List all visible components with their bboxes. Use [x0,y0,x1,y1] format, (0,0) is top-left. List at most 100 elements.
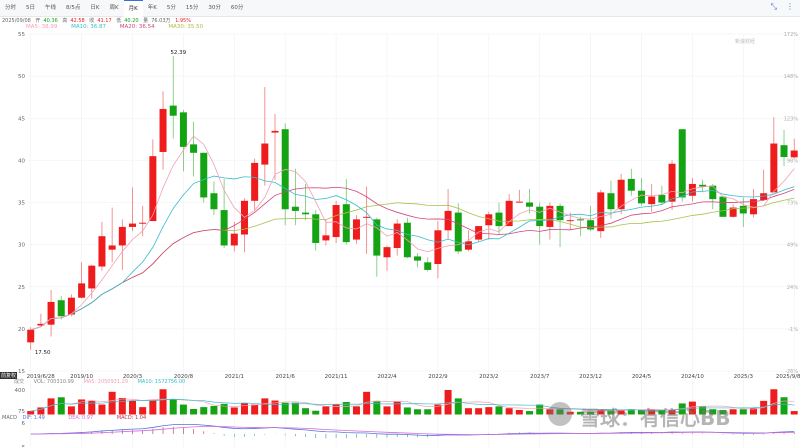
volume-legend: 成交 VOL: 700310.99 MA5: 2050931.29 MA10: … [14,378,193,385]
candle-body [118,226,126,246]
candle-body [352,219,360,240]
volume-bar [27,411,35,415]
volume-bar [454,398,462,415]
x-tick-label: 2023/7 [530,374,550,380]
candle-body [108,245,116,250]
y-tick-label: 25 [18,285,25,291]
volume-bar [403,407,411,415]
candle-body [271,130,279,133]
candle-body [149,156,157,222]
volume-bar [352,406,360,415]
y-tick-label: 30 [18,243,25,249]
volume-bar [475,408,483,415]
candle-body [627,178,635,191]
candle-body [739,205,747,214]
x-tick-label: 2024/10 [681,374,704,380]
sina-logo: 新浪财经 [735,39,756,45]
candle-body [526,202,534,207]
candle-body [709,185,717,200]
volume-bar [129,400,136,415]
volume-bar [118,397,126,415]
volume-bar [770,389,778,415]
volume-bar [210,405,218,415]
candle-body [464,241,472,250]
volume-ma10: MA10: 1572756.00 [137,379,186,385]
y-tick-label-right: 24% [787,285,798,291]
volume-bar [200,407,208,415]
volume-ma5: MA5: 2050931.29 [83,379,128,385]
candle-body [719,196,727,217]
y-tick-label: 40 [18,158,25,164]
volume-bar [373,400,381,415]
volume-bar [261,398,269,415]
volume-bar [332,404,340,415]
x-tick-label: 2021/1 [225,374,244,380]
candle-body [230,233,238,246]
candle-body [261,143,269,165]
min-price-label: 17.50 [35,350,51,356]
y-tick-label-right: 98% [787,158,798,164]
candle-body [658,194,666,203]
candle-body [393,223,401,248]
candle-body [566,220,574,222]
volume-bar [159,389,167,415]
candle-body [200,152,208,198]
y-tick-label: 50 [18,74,25,80]
candle-body [251,162,259,201]
volume-bar [190,408,198,415]
volume-bar [536,404,544,415]
y-tick-label-right: 123% [784,116,799,122]
candle-body [648,196,656,205]
candle-body [576,219,584,221]
volume-bar [729,409,737,415]
candle-body [414,256,422,261]
volume-bar [67,406,75,415]
x-tick-label: 2023/2 [479,374,498,380]
y-tick-label: 35 [18,201,25,207]
ma30-line [30,197,795,331]
candle-body [342,204,350,243]
candle-body [475,226,483,240]
volume-bar [149,400,157,415]
y-tick-label: 15 [18,369,25,375]
volume-bar [139,407,147,415]
volume-bar [393,401,401,415]
candle-body [638,190,645,204]
volume-bar [230,407,238,415]
candle-body [780,145,788,158]
volume-bar [179,404,187,415]
candle-body [678,129,686,198]
candle-body [505,200,513,227]
ma10-line [30,175,795,331]
candle-body [699,184,707,187]
volume-bar [526,411,534,415]
volume-bar [291,402,299,415]
candle-body [190,144,198,153]
volume-bar [302,408,310,415]
candle-body [78,283,86,298]
candle-body [424,262,432,270]
volume-bar [98,404,106,415]
volume-bar [739,409,747,415]
candle-body [139,222,147,224]
volume-bar [424,409,432,415]
volume-bar [108,391,116,415]
y-tick-label-right: -1% [788,327,798,333]
volume-bar [515,410,523,415]
y-tick-label: 45 [18,116,25,122]
volume-label: 成交 [14,379,25,385]
candle-body [515,201,523,203]
candle-body [159,108,167,152]
candle-body [47,301,55,325]
y-tick-label: 55 [18,32,25,38]
candle-body [179,112,187,147]
candle-body [27,329,35,343]
candle-body [668,163,676,202]
volume-bar [322,406,330,415]
volume-bar [505,408,513,415]
volume-value: VOL: 700310.99 [33,379,74,385]
candle-body [210,193,218,210]
x-tick-label: 2025/9/8 [776,374,800,380]
x-tick-label: 2021/11 [325,374,348,380]
candle-body [770,143,778,193]
